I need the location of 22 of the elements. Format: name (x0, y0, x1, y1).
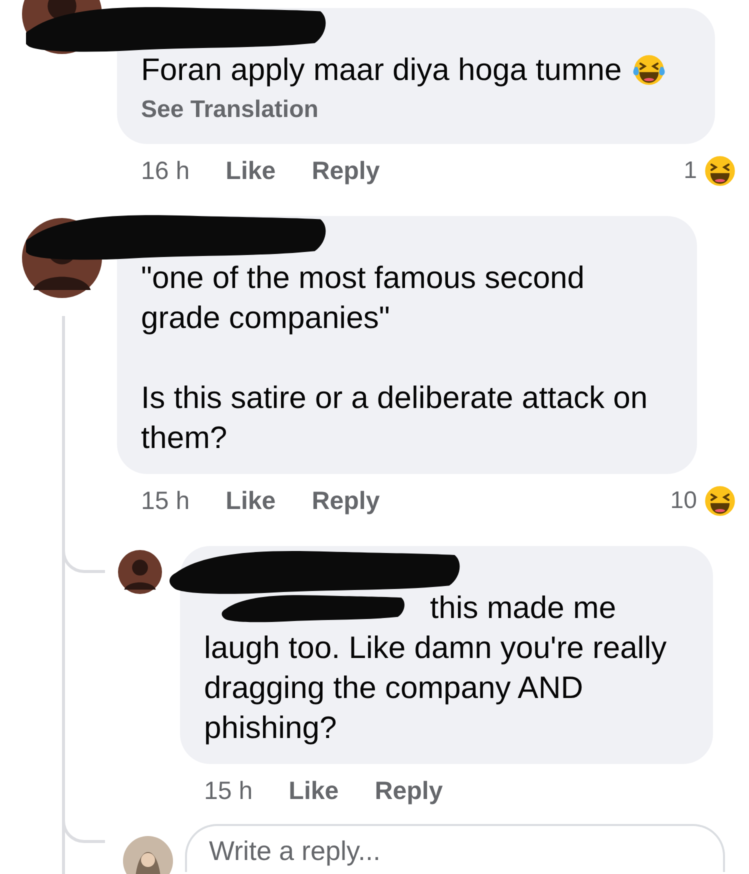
action-link[interactable]: Like (226, 156, 276, 186)
action-link[interactable]: Reply (312, 486, 380, 516)
reaction-count: 1 (684, 157, 697, 185)
comment-time: 15 h (204, 776, 253, 806)
comment-time: 15 h (141, 486, 190, 516)
comment-text: "one of the most famous second grade companies" (141, 259, 586, 337)
reaction-count: 10 (670, 487, 697, 515)
reply-input-field[interactable]: Write a reply... (185, 824, 725, 872)
laughing-face-icon (632, 53, 666, 87)
comment-text: Foran apply maar diya hoga tumne (141, 51, 622, 89)
avatar (123, 836, 173, 874)
laughing-face-icon (703, 484, 737, 518)
action-link[interactable]: Reply (312, 156, 380, 186)
action-link[interactable]: Reply (374, 776, 443, 806)
see-translation-link[interactable]: See Translation (141, 96, 318, 124)
comment-text: Is this satire or a deliberate attack on them? (141, 379, 649, 457)
action-link[interactable]: Like (226, 486, 276, 516)
reply-text: this made me laugh too. Like damn you're really dragging the company AND phishing? (204, 589, 668, 747)
comment-time: 16 h (141, 156, 190, 186)
laughing-face-icon (703, 154, 737, 188)
avatar (118, 550, 162, 594)
action-link[interactable]: Like (288, 776, 339, 806)
